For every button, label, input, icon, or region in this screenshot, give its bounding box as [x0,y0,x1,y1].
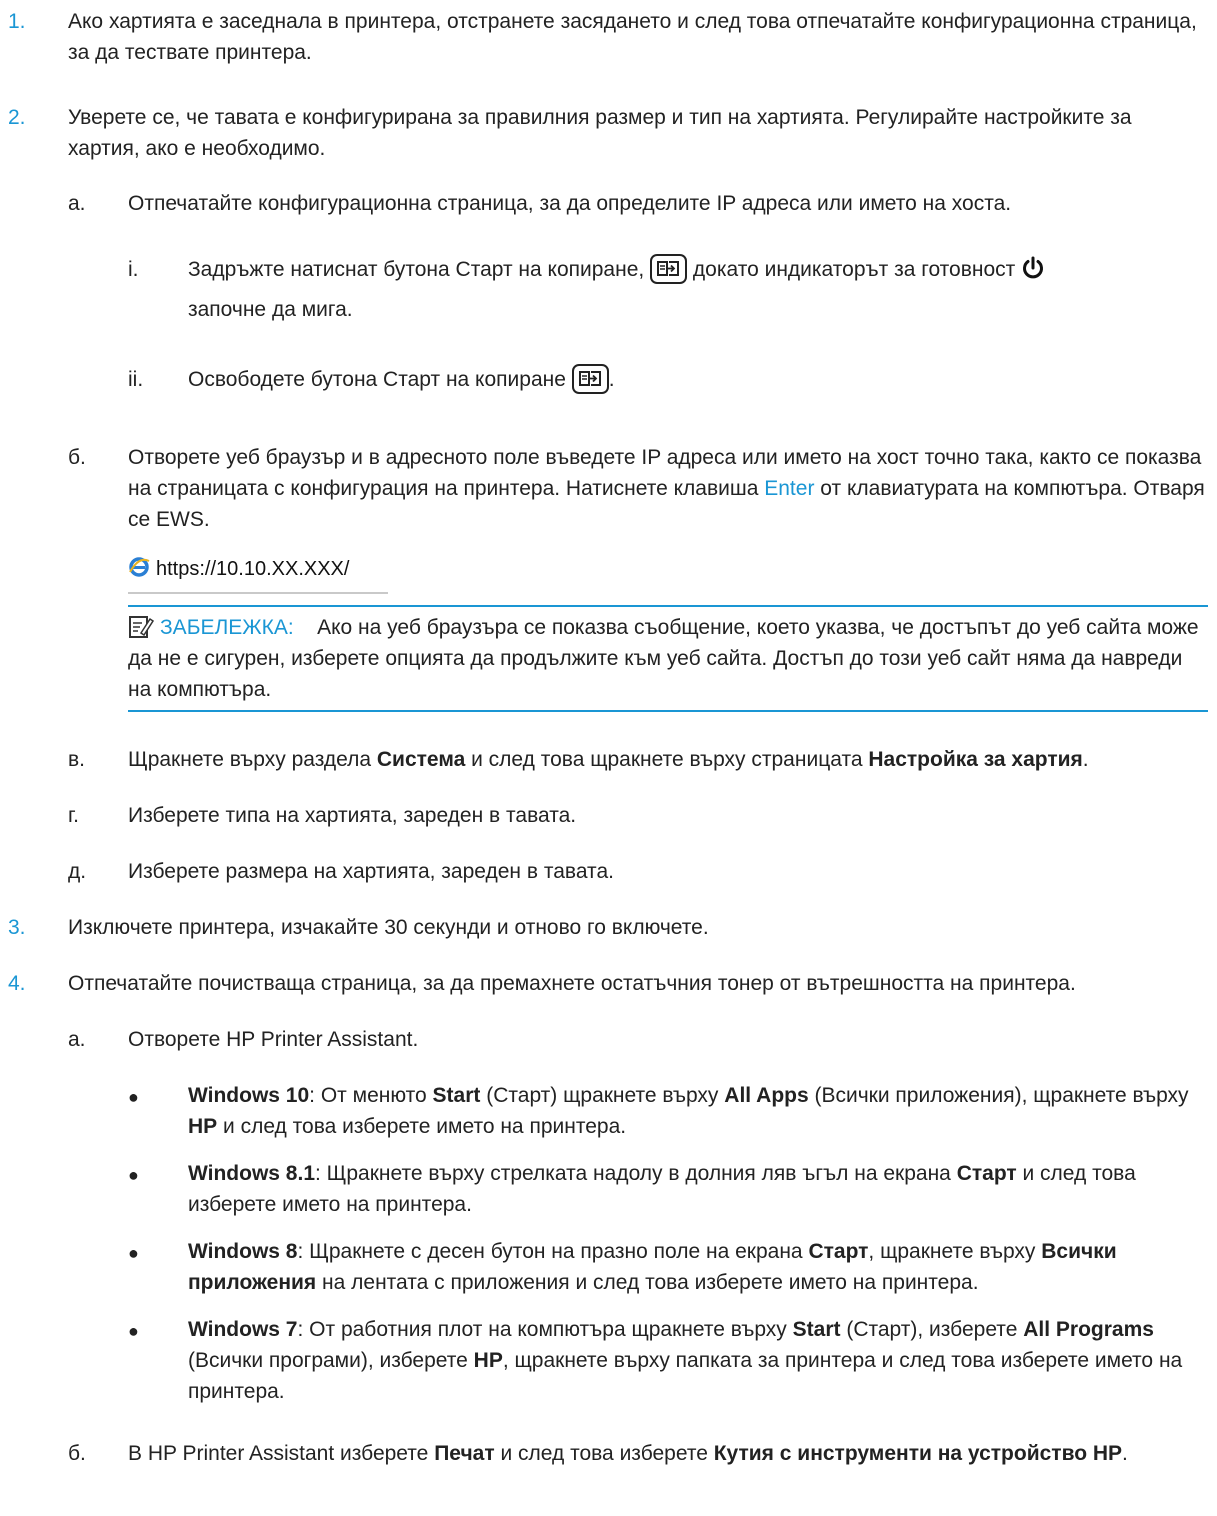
paper-setup-page-name: Настройка за хартия [868,748,1083,771]
bullet-text: : От работния плот на компютъра щракнете… [297,1318,793,1341]
note-box: ЗАБЕЛЕЖКА: Ако на уеб браузъра се показв… [128,612,1208,705]
power-icon [1021,256,1045,289]
substep-label: а. [68,192,86,215]
substep-label: д. [68,860,87,883]
os-name: Windows 8.1 [188,1162,315,1185]
punctuation: . [608,368,615,391]
step-text: Отпечатайте почистваща страница, за да п… [68,972,1076,995]
copy-start-icon [650,254,688,284]
substep-text-part: и след това изберете [500,1442,708,1465]
bullet-dot: ● [128,1321,139,1341]
roman-text: докато индикаторът за готовност [692,258,1016,281]
substep-label: г. [68,804,79,827]
bullet-item-windows-10: Windows 10: От менюто Start (Старт) щрак… [188,1080,1208,1142]
note-top-divider [128,605,1208,607]
bullet-text: , щракнете върху [868,1240,1042,1263]
substep-text: Изберете типа на хартията, зареден в тав… [128,804,577,827]
url-text: https://10.10.XX.XXX/ [156,558,350,580]
roman-text: Задръжте натиснат бутона Старт на копира… [188,258,645,281]
menu-name: HP [188,1115,218,1138]
menu-name: All Programs [1023,1318,1154,1341]
menu-name: Start [792,1318,841,1341]
menu-name: All Apps [724,1084,809,1107]
bullet-text: : Щракнете с десен бутон на празно поле … [297,1240,809,1263]
substep-text: В HP Printer Assistant изберете Печат и … [128,1438,1208,1469]
substep-label: а. [68,1028,86,1051]
substep-label: в. [68,748,85,771]
substep-text-part: Щракнете върху раздела [128,748,372,771]
substep-label: б. [68,446,86,469]
bullet-text: (Старт) щракнете върху [480,1084,725,1107]
system-tab-name: Система [376,748,466,771]
roman-text: Освободете бутона Старт на копиране [188,368,566,391]
roman-label: i. [128,258,139,281]
punctuation: . [1122,1442,1128,1465]
step-number: 4. [8,972,26,995]
step-text: Изключете принтера, изчакайте 30 секунди… [68,916,709,939]
substep-text: Изберете размера на хартията, зареден в … [128,860,614,883]
os-name: Windows 8 [188,1240,298,1263]
substep-text-part: В HP Printer Assistant изберете [128,1442,429,1465]
punctuation: . [1082,748,1089,771]
bullet-item-windows-7: Windows 7: От работния плот на компютъра… [188,1314,1208,1407]
bullet-text: : Щракнете върху стрелката надолу в долн… [315,1162,957,1185]
note-label: ЗАБЕЛЕЖКА: [160,616,294,639]
menu-name: Старт [808,1240,869,1263]
roman-label: ii. [128,368,144,391]
menu-name: Start [432,1084,481,1107]
bullet-item-windows-8: Windows 8: Щракнете с десен бутон на пра… [188,1236,1208,1298]
substep-text: Отворете HP Printer Assistant. [128,1028,419,1051]
substep-text: Щракнете върху раздела Система и след то… [128,744,1208,775]
internet-explorer-icon [128,556,150,587]
print-menu-name: Печат [434,1442,495,1465]
copy-start-icon [571,364,609,394]
toolbox-name: Кутия с инструменти на устройство HP [713,1442,1123,1465]
step-number: 2. [8,106,26,129]
menu-name: HP [473,1349,503,1372]
bullet-dot: ● [128,1243,139,1263]
substep-text-part: и след това щракнете върху страницата [471,748,863,771]
step-text: Ако хартията е заседнала в принтера, отс… [68,10,1197,64]
bullet-text: и след това изберете името на принтера. [217,1115,627,1138]
bullet-dot: ● [128,1087,139,1107]
bullet-item-windows-8-1: Windows 8.1: Щракнете върху стрелката на… [188,1158,1208,1220]
step-number: 3. [8,916,26,939]
step-text: Уверете се, че тавата е конфигурирана за… [68,106,1132,160]
note-bottom-divider [128,710,1208,712]
menu-name: Старт [956,1162,1017,1185]
bullet-text: (Старт), изберете [840,1318,1024,1341]
substep-text: Отворете уеб браузър и в адресното поле … [128,442,1208,535]
step-number: 1. [8,10,26,33]
substep-label: б. [68,1442,86,1465]
roman-text: започне да мига. [188,298,353,321]
bullet-text: (Всички приложения), щракнете върху [808,1084,1189,1107]
roman-item: Задръжте натиснат бутона Старт на копира… [188,254,1208,289]
os-name: Windows 10 [188,1084,310,1107]
substep-text: Отпечатайте конфигурационна страница, за… [128,192,1012,215]
bullet-dot: ● [128,1165,139,1185]
roman-item: Освободете бутона Старт на копиране . [188,364,1208,395]
bullet-text: : От менюто [309,1084,433,1107]
bullet-text: (Всички програми), изберете [188,1349,474,1372]
bullet-text: на лентата с приложения и след това избе… [316,1271,979,1294]
os-name: Windows 7 [188,1318,298,1341]
enter-key-link[interactable]: Enter [764,477,814,500]
browser-address-bar: https://10.10.XX.XXX/ [128,548,388,596]
